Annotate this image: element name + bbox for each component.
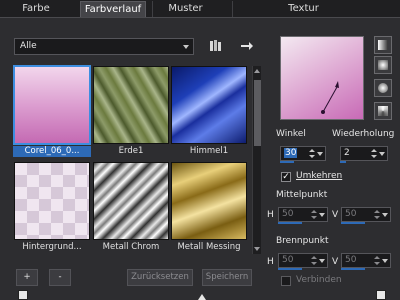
center-v-input[interactable]: 50	[341, 207, 391, 222]
category-select-value: Alle	[20, 41, 37, 51]
gradient-thumb-erde[interactable]	[93, 66, 169, 144]
link-label: Verbinden	[296, 275, 342, 285]
gradient-thumb-corel[interactable]	[13, 65, 91, 145]
spinner-arrows-icon[interactable]	[374, 255, 380, 266]
repeat-value: 2	[344, 148, 350, 158]
category-select[interactable]: Alle	[14, 38, 194, 55]
focus-v-label: V	[332, 257, 339, 267]
focus-h-slider-fill	[278, 268, 302, 270]
gradient-list-scrollbar[interactable]	[252, 66, 261, 254]
chevron-down-icon	[183, 45, 189, 49]
spinner-arrows-icon[interactable]	[311, 255, 317, 266]
invert-checkbox[interactable]: ✓	[281, 172, 291, 182]
tab-textur[interactable]: Textur	[232, 1, 374, 17]
center-h-label: H	[267, 210, 274, 220]
center-h-value: 50	[282, 209, 294, 219]
gradient-label: Metall Chrom	[102, 242, 160, 252]
rectangular-icon	[378, 60, 388, 70]
spinner-arrows-icon[interactable]	[374, 209, 380, 220]
library-icon[interactable]	[209, 39, 223, 53]
repeat-slider-fill	[340, 161, 346, 163]
gradient-thumb-metall-chrom[interactable]	[93, 162, 169, 240]
tab-muster[interactable]: Muster	[152, 1, 218, 17]
scroll-up-icon[interactable]	[254, 69, 260, 73]
gradient-label: Corel_06_0...	[13, 146, 91, 157]
invert-label: Umkehren	[296, 171, 343, 181]
swatch-icon[interactable]	[376, 290, 386, 300]
gradient-label: Himmel1	[189, 146, 229, 156]
focus-h-label: H	[267, 257, 274, 267]
scroll-down-icon[interactable]	[254, 247, 260, 251]
linear-gradient-type[interactable]	[374, 36, 392, 54]
chevron-down-icon[interactable]	[382, 259, 388, 263]
tab-farbe[interactable]: Farbe	[8, 1, 64, 17]
spinner-arrows-icon[interactable]	[371, 148, 377, 159]
angle-label: Winkel	[276, 129, 306, 139]
spinner-arrows-icon[interactable]	[311, 209, 317, 220]
scrollbar-thumb[interactable]	[254, 80, 261, 146]
center-v-value: 50	[345, 209, 357, 219]
tab-farbverlauf[interactable]: Farbverlauf	[80, 1, 146, 17]
chevron-down-icon[interactable]	[382, 213, 388, 217]
center-v-label: V	[332, 210, 339, 220]
gradient-preview[interactable]	[280, 36, 364, 120]
tab-bar: Farbe Farbverlauf Muster Textur	[0, 0, 400, 18]
focus-v-value: 50	[345, 255, 357, 265]
rectangular-gradient-type[interactable]	[374, 56, 392, 74]
center-v-slider-fill	[341, 222, 365, 224]
chevron-down-icon[interactable]	[317, 152, 323, 156]
sunburst-icon	[378, 106, 388, 116]
focus-h-input[interactable]: 50	[278, 253, 328, 268]
chevron-down-icon[interactable]	[379, 152, 385, 156]
center-h-slider-fill	[278, 222, 302, 224]
chevron-down-icon[interactable]	[319, 213, 325, 217]
chevron-down-icon[interactable]	[319, 259, 325, 263]
linear-icon	[378, 40, 388, 50]
center-label: Mittelpunkt	[276, 190, 328, 200]
swatch-icon[interactable]	[18, 290, 28, 300]
repeat-input[interactable]: 2	[340, 146, 388, 161]
gradient-label: Hintergrund...	[22, 242, 82, 252]
focus-v-input[interactable]: 50	[341, 253, 391, 268]
gradient-label: Metall Messing	[177, 242, 241, 252]
reset-button[interactable]: Zurücksetzen	[127, 269, 193, 286]
repeat-label: Wiederholung	[332, 129, 395, 139]
center-h-input[interactable]: 50	[278, 207, 328, 222]
arrow-right-icon[interactable]	[240, 39, 254, 53]
save-button[interactable]: Speichern	[202, 269, 252, 286]
gradient-thumb-hintergrund[interactable]	[14, 162, 90, 240]
focus-label: Brennpunkt	[276, 236, 329, 246]
gradient-label: Erde1	[118, 146, 144, 156]
elliptical-gradient-type[interactable]	[374, 79, 392, 97]
remove-gradient-button[interactable]: -	[49, 269, 71, 286]
elliptical-icon	[378, 83, 388, 93]
link-checkbox[interactable]	[281, 276, 291, 286]
sunburst-gradient-type[interactable]	[374, 102, 392, 120]
angle-slider-fill	[280, 161, 294, 163]
focus-h-value: 50	[282, 255, 294, 265]
angle-value: 30	[284, 148, 298, 158]
angle-input[interactable]: 30	[280, 146, 326, 161]
focus-v-slider-fill	[341, 268, 365, 270]
gradient-thumb-metall-messing[interactable]	[171, 162, 247, 240]
add-gradient-button[interactable]: +	[16, 269, 38, 286]
gradient-thumb-himmel[interactable]	[171, 66, 247, 144]
spinner-arrows-icon[interactable]	[309, 148, 315, 159]
cursor-icon	[198, 294, 206, 300]
